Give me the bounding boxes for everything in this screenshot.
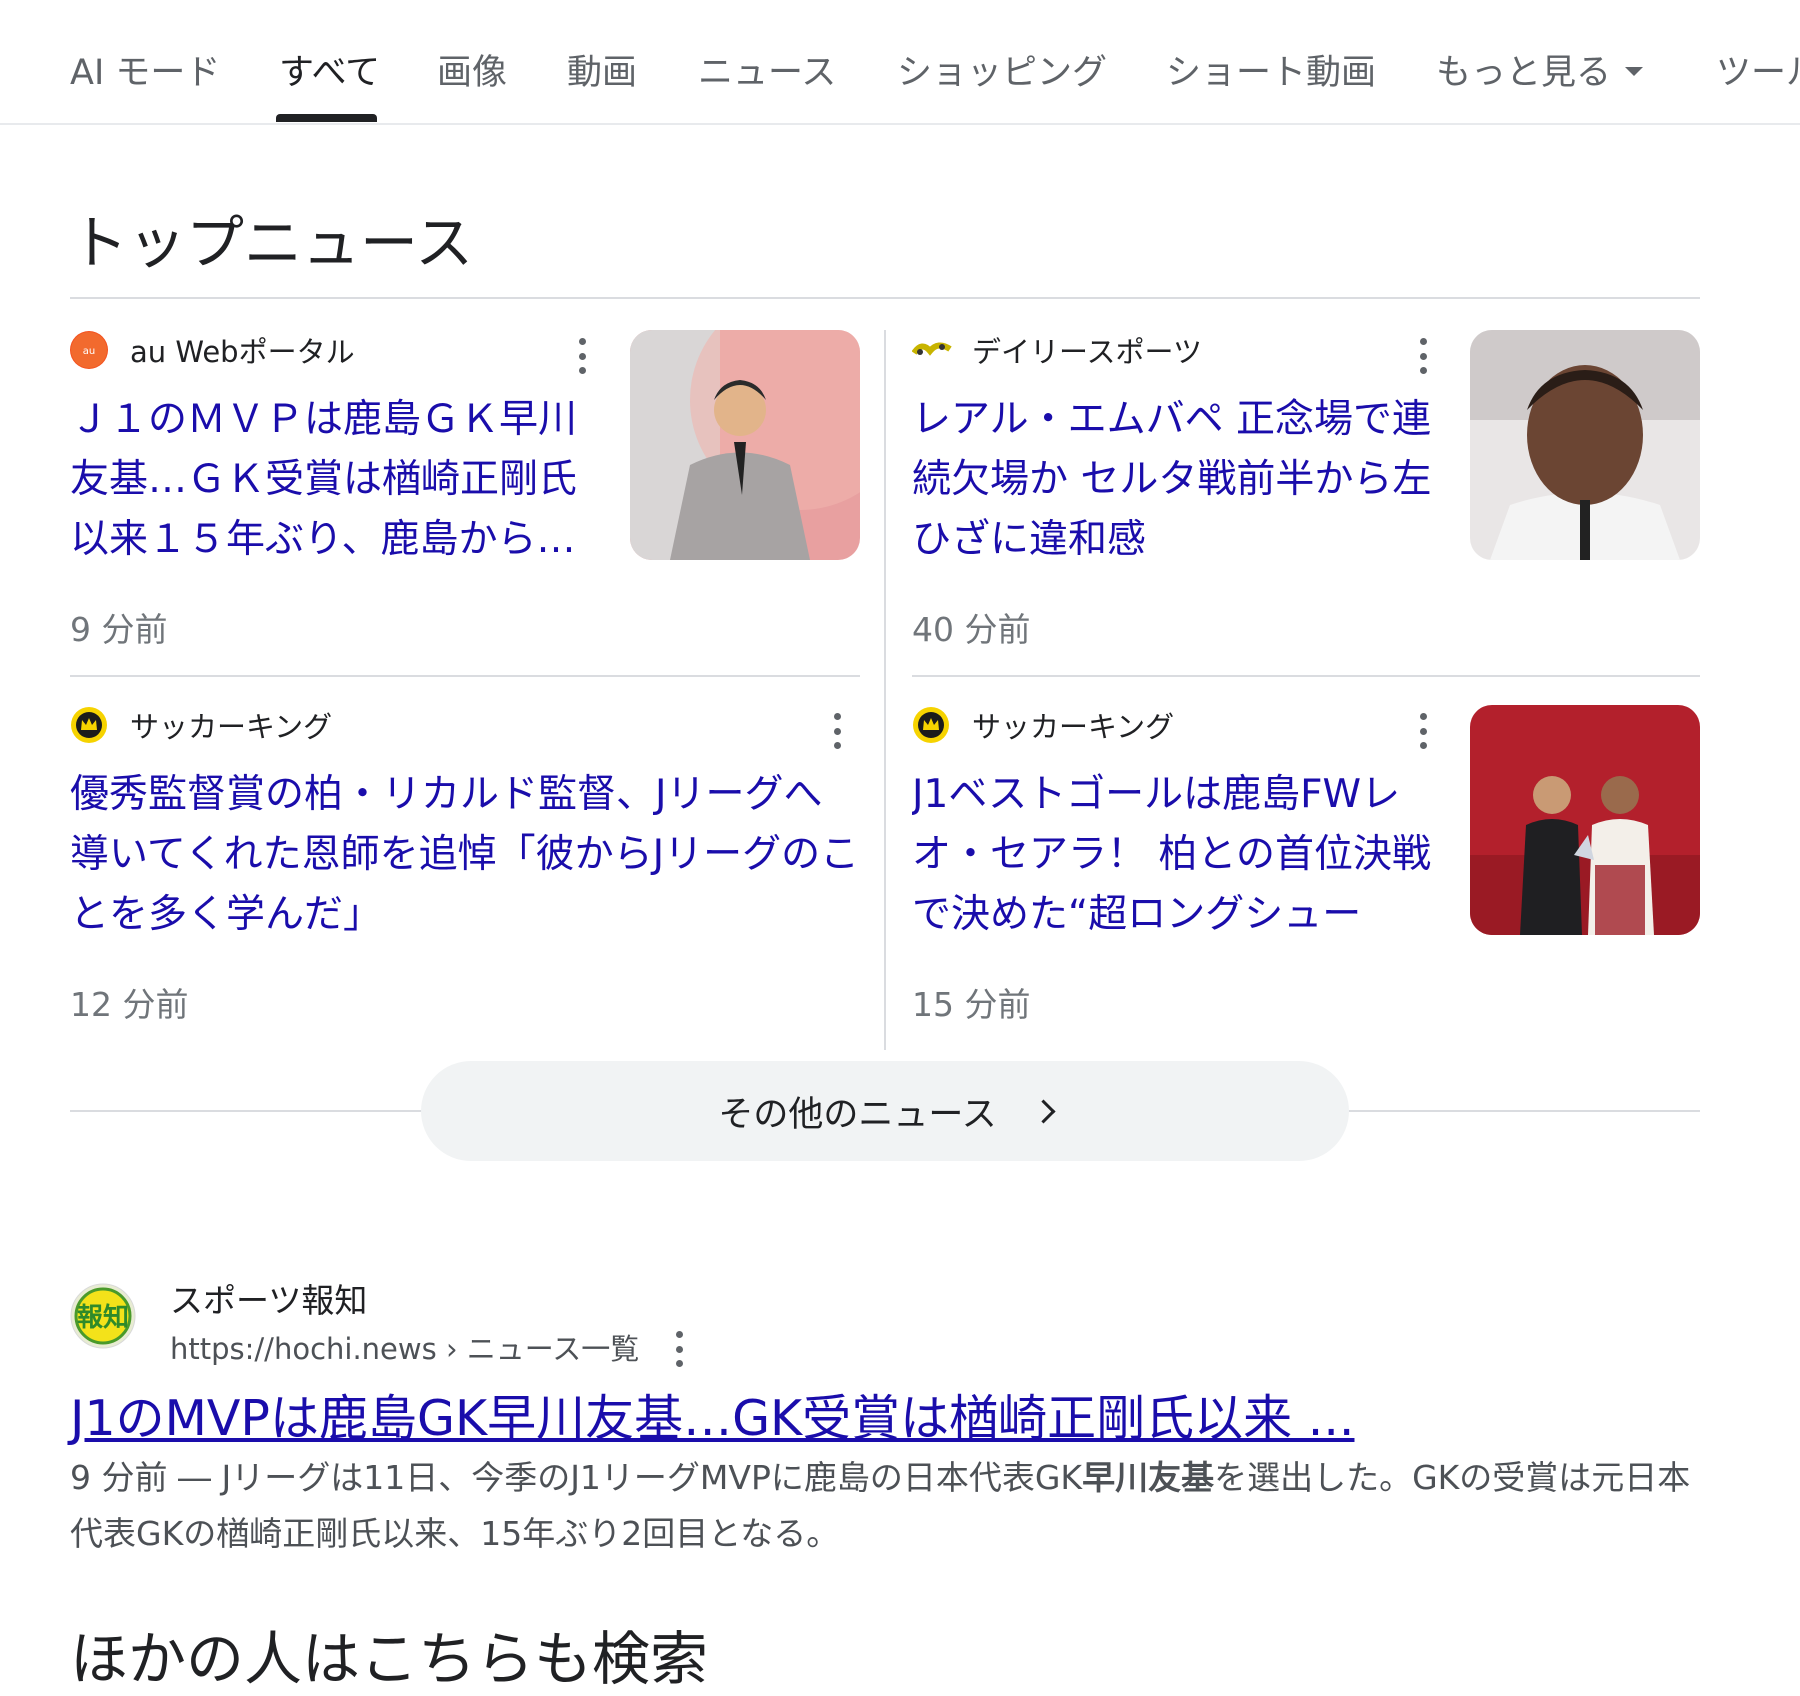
tab-more[interactable]: もっと見る (1436, 44, 1644, 95)
news-source: サッカーキング (70, 705, 332, 745)
news-time: 40 分前 (912, 610, 1031, 649)
source-name: デイリースポーツ (972, 335, 1202, 369)
news-card[interactable]: デイリースポーツ レアル・エムバペ 正念場で連続欠場か セルタ戦前半から左ひざに… (911, 330, 1700, 660)
result-title-link[interactable]: J1のMVPは鹿島GK早川友基…GK受賞は楢崎正剛氏以来 ... (70, 1379, 1354, 1450)
soccer-king-icon (912, 706, 950, 744)
source-name: au Webポータル (130, 335, 355, 369)
news-headline[interactable]: 優秀監督賞の柏・リカルド監督、Jリーグへ導いてくれた恩師を追悼「彼からJリーグの… (70, 765, 860, 945)
news-thumbnail[interactable] (1470, 330, 1700, 560)
tab-tools[interactable]: ツール (1716, 44, 1800, 95)
divider (912, 675, 1700, 677)
au-web-portal-icon: au (70, 331, 108, 369)
news-card[interactable]: サッカーキング J1ベストゴールは鹿島FWレオ・セアラ！ 柏との首位決戦で決めた… (912, 705, 1700, 1035)
result-url-text: https://hochi.news › ニュース一覧 (170, 1332, 640, 1366)
search-tabs-bar: AI モード すべて 画像 動画 ニュース ショッピング ショート動画 もっと見… (0, 0, 1800, 125)
tab-videos[interactable]: 動画 (567, 44, 637, 95)
hochi-logo[interactable]: 報知 (70, 1283, 136, 1349)
more-options-icon[interactable] (832, 713, 842, 749)
next-section-heading: ほかの人はこちらも検索 (70, 1625, 709, 1693)
svg-text:報知: 報知 (77, 1303, 129, 1333)
news-time: 9 分前 (70, 610, 168, 649)
svg-text:au: au (83, 346, 95, 357)
daily-sports-icon (911, 331, 952, 369)
top-news-heading: トップニュース (70, 209, 474, 277)
news-headline[interactable]: J1ベストゴールは鹿島FWレオ・セアラ！ 柏との首位決戦で決めた“超ロングシュー… (912, 765, 1437, 945)
caret-down-icon (1625, 66, 1644, 76)
divider (70, 675, 860, 677)
news-card[interactable]: サッカーキング 優秀監督賞の柏・リカルド監督、Jリーグへ導いてくれた恩師を追悼「… (70, 705, 860, 1035)
news-source: サッカーキング (912, 705, 1174, 745)
result-url[interactable]: https://hochi.news › ニュース一覧 (170, 1326, 685, 1369)
news-time: 12 分前 (70, 985, 189, 1024)
more-options-icon[interactable] (1418, 713, 1428, 749)
tab-all[interactable]: すべて (279, 44, 380, 95)
result-site-name: スポーツ報知 (170, 1281, 368, 1320)
more-options-icon[interactable] (577, 338, 587, 374)
news-time: 15 分前 (912, 985, 1031, 1024)
news-thumbnail[interactable] (1470, 705, 1700, 935)
soccer-king-icon (70, 706, 108, 744)
more-news-label: その他のニュース (718, 1094, 997, 1135)
snippet-highlight: 早川友基 (1082, 1458, 1215, 1497)
news-thumbnail[interactable] (630, 330, 860, 560)
divider (70, 297, 1700, 299)
tab-images[interactable]: 画像 (437, 44, 507, 95)
news-headline[interactable]: Ｊ１のＭＶＰは鹿島ＧＫ早川友基…ＧＫ受賞は楢崎正剛氏以来１５年ぶり、鹿島から… (70, 390, 590, 570)
more-options-icon[interactable] (675, 1331, 685, 1367)
column-divider (884, 330, 886, 1050)
chevron-right-icon (1031, 1098, 1056, 1124)
more-news-button[interactable]: その他のニュース (421, 1061, 1349, 1161)
source-name: サッカーキング (130, 710, 333, 744)
news-headline[interactable]: レアル・エムバペ 正念場で連続欠場か セルタ戦前半から左ひざに違和感 (912, 390, 1437, 570)
news-source: au au Webポータル (70, 330, 355, 370)
active-tab-indicator (276, 114, 377, 122)
more-options-icon[interactable] (1418, 338, 1428, 374)
news-source: デイリースポーツ (911, 330, 1202, 370)
tab-short-videos[interactable]: ショート動画 (1166, 44, 1376, 95)
result-snippet: 9 分前 ― Jリーグは11日、今季のJ1リーグMVPに鹿島の日本代表GK早川友… (70, 1458, 1691, 1553)
tab-ai-mode[interactable]: AI モード (70, 44, 220, 95)
source-name: サッカーキング (972, 710, 1175, 744)
news-card[interactable]: au au Webポータル Ｊ１のＭＶＰは鹿島ＧＫ早川友基…ＧＫ受賞は楢崎正剛氏… (70, 330, 860, 660)
tab-shopping[interactable]: ショッピング (897, 44, 1107, 95)
tab-news[interactable]: ニュース (698, 44, 836, 95)
tab-more-label: もっと見る (1436, 53, 1612, 93)
